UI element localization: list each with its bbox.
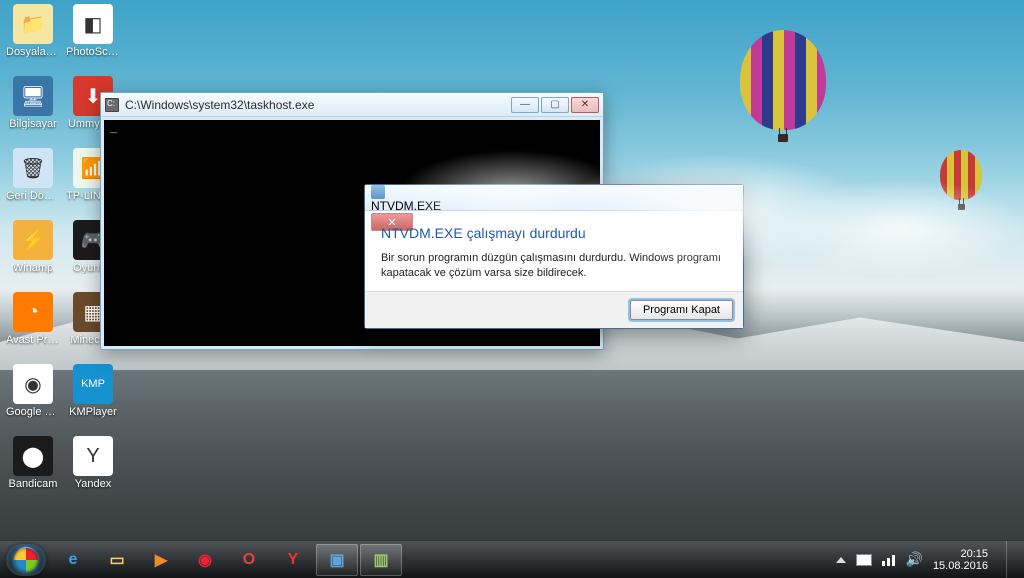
wmp-icon: ▶ xyxy=(149,548,173,572)
windows-orb-icon xyxy=(14,548,38,572)
wallpaper-balloon-small xyxy=(940,150,982,210)
close-button[interactable]: ✕ xyxy=(571,97,599,113)
taskbar-pins: e ▭ ▶ ◉ OY ▣ ▥ xyxy=(52,544,402,576)
desktop-icon-geri-d-n-[interactable]: 🗑 Geri Dönüş… xyxy=(6,148,60,202)
desktop-icon-bilgisayar[interactable]: 🖥 Bilgisayar xyxy=(6,76,60,130)
network-icon[interactable] xyxy=(882,554,896,566)
start-button[interactable] xyxy=(6,544,46,576)
action-center-icon[interactable] xyxy=(856,554,872,566)
icon-label: Yandex xyxy=(75,478,112,490)
tray-date: 15.08.2016 xyxy=(933,560,988,572)
icon-label: Bandicam xyxy=(9,478,58,490)
close-program-button[interactable]: Programı Kapat xyxy=(630,300,733,320)
taskbar-pin-task2[interactable]: ▥ xyxy=(360,544,402,576)
explorer-icon: ▭ xyxy=(105,548,129,572)
desktop-icon-yandex[interactable]: Y Yandex xyxy=(66,436,120,490)
task1-icon: ▣ xyxy=(325,548,349,572)
tray-time: 20:15 xyxy=(933,548,988,560)
icon-label: Bilgisayar xyxy=(9,118,57,130)
app-icon: ◉ xyxy=(13,364,53,404)
app-icon: 🗑 xyxy=(13,148,53,188)
minimize-button[interactable]: — xyxy=(511,97,539,113)
taskbar: e ▭ ▶ ◉ OY ▣ ▥ 🔊 20:15 15.08.2016 xyxy=(0,540,1024,578)
dialog-icon xyxy=(371,185,385,199)
taskbar-pin-ie[interactable]: e xyxy=(52,544,94,576)
task2-icon: ▥ xyxy=(369,548,393,572)
yandex-icon: Y xyxy=(281,548,305,572)
icon-label: KMPlayer xyxy=(69,406,117,418)
icon-label: Winamp xyxy=(13,262,53,274)
taskbar-pin-wmp[interactable]: ▶ xyxy=(140,544,182,576)
dialog-heading: NTVDM.EXE çalışmayı durdurdu xyxy=(381,225,727,241)
clock[interactable]: 20:15 15.08.2016 xyxy=(933,548,988,572)
console-icon xyxy=(105,98,119,112)
app-icon: ⚡ xyxy=(13,220,53,260)
show-desktop-button[interactable] xyxy=(1006,541,1016,578)
icon-label: Dosyalarım xyxy=(6,46,60,58)
app-icon: ◧ xyxy=(73,4,113,44)
desktop-icon-bandicam[interactable]: ⬤ Bandicam xyxy=(6,436,60,490)
wallpaper-balloon-large xyxy=(740,30,826,142)
dialog-message: Bir sorun programın düzgün çalışmasını d… xyxy=(381,251,727,281)
icon-label: Geri Dönüş… xyxy=(6,190,60,202)
taskbar-pin-yandex[interactable]: Y xyxy=(272,544,314,576)
console-titlebar[interactable]: C:\Windows\system32\taskhost.exe — ▢ ✕ xyxy=(101,93,603,117)
taskbar-pin-chrome[interactable]: ◉ xyxy=(184,544,226,576)
desktop-icon-winamp[interactable]: ⚡ Winamp xyxy=(6,220,60,274)
app-icon: ⬤ xyxy=(13,436,53,476)
maximize-button[interactable]: ▢ xyxy=(541,97,569,113)
taskbar-pin-opera[interactable]: O xyxy=(228,544,270,576)
app-icon: Y xyxy=(73,436,113,476)
close-program-label: Programı Kapat xyxy=(643,304,720,316)
desktop-icon-dosyalar-m[interactable]: 📁 Dosyalarım xyxy=(6,4,60,58)
desktop-icon-kmplayer[interactable]: KMP KMPlayer xyxy=(66,364,120,418)
error-dialog[interactable]: NTVDM.EXE ✕ NTVDM.EXE çalışmayı durdurdu… xyxy=(364,184,744,329)
desktop: 📁Dosyalarım◧PhotoScape🖥Bilgisayar⬇UmmyV…… xyxy=(0,0,1024,578)
icon-label: Google Chrome xyxy=(6,406,60,418)
icon-label: Avast Premier xyxy=(6,334,60,346)
tray-overflow-button[interactable] xyxy=(836,557,846,563)
desktop-icon-avast-premier[interactable]: ◔ Avast Premier xyxy=(6,292,60,346)
app-icon: 📁 xyxy=(13,4,53,44)
desktop-icon-google-chrome[interactable]: ◉ Google Chrome xyxy=(6,364,60,418)
dialog-titlebar[interactable]: NTVDM.EXE ✕ xyxy=(365,185,743,211)
taskbar-pin-explorer[interactable]: ▭ xyxy=(96,544,138,576)
chrome-icon: ◉ xyxy=(193,548,217,572)
desktop-icon-photoscape[interactable]: ◧ PhotoScape xyxy=(66,4,120,58)
app-icon: KMP xyxy=(73,364,113,404)
ie-icon: e xyxy=(61,548,85,572)
icon-label: PhotoScape xyxy=(66,46,120,58)
taskbar-pin-task1[interactable]: ▣ xyxy=(316,544,358,576)
console-cursor: _ xyxy=(110,122,117,136)
system-tray: 🔊 20:15 15.08.2016 xyxy=(836,541,1019,578)
app-icon: ◔ xyxy=(13,292,53,332)
volume-icon[interactable]: 🔊 xyxy=(906,551,923,568)
console-title: C:\Windows\system32\taskhost.exe xyxy=(125,98,511,112)
opera-icon: O xyxy=(237,548,261,572)
app-icon: 🖥 xyxy=(13,76,53,116)
